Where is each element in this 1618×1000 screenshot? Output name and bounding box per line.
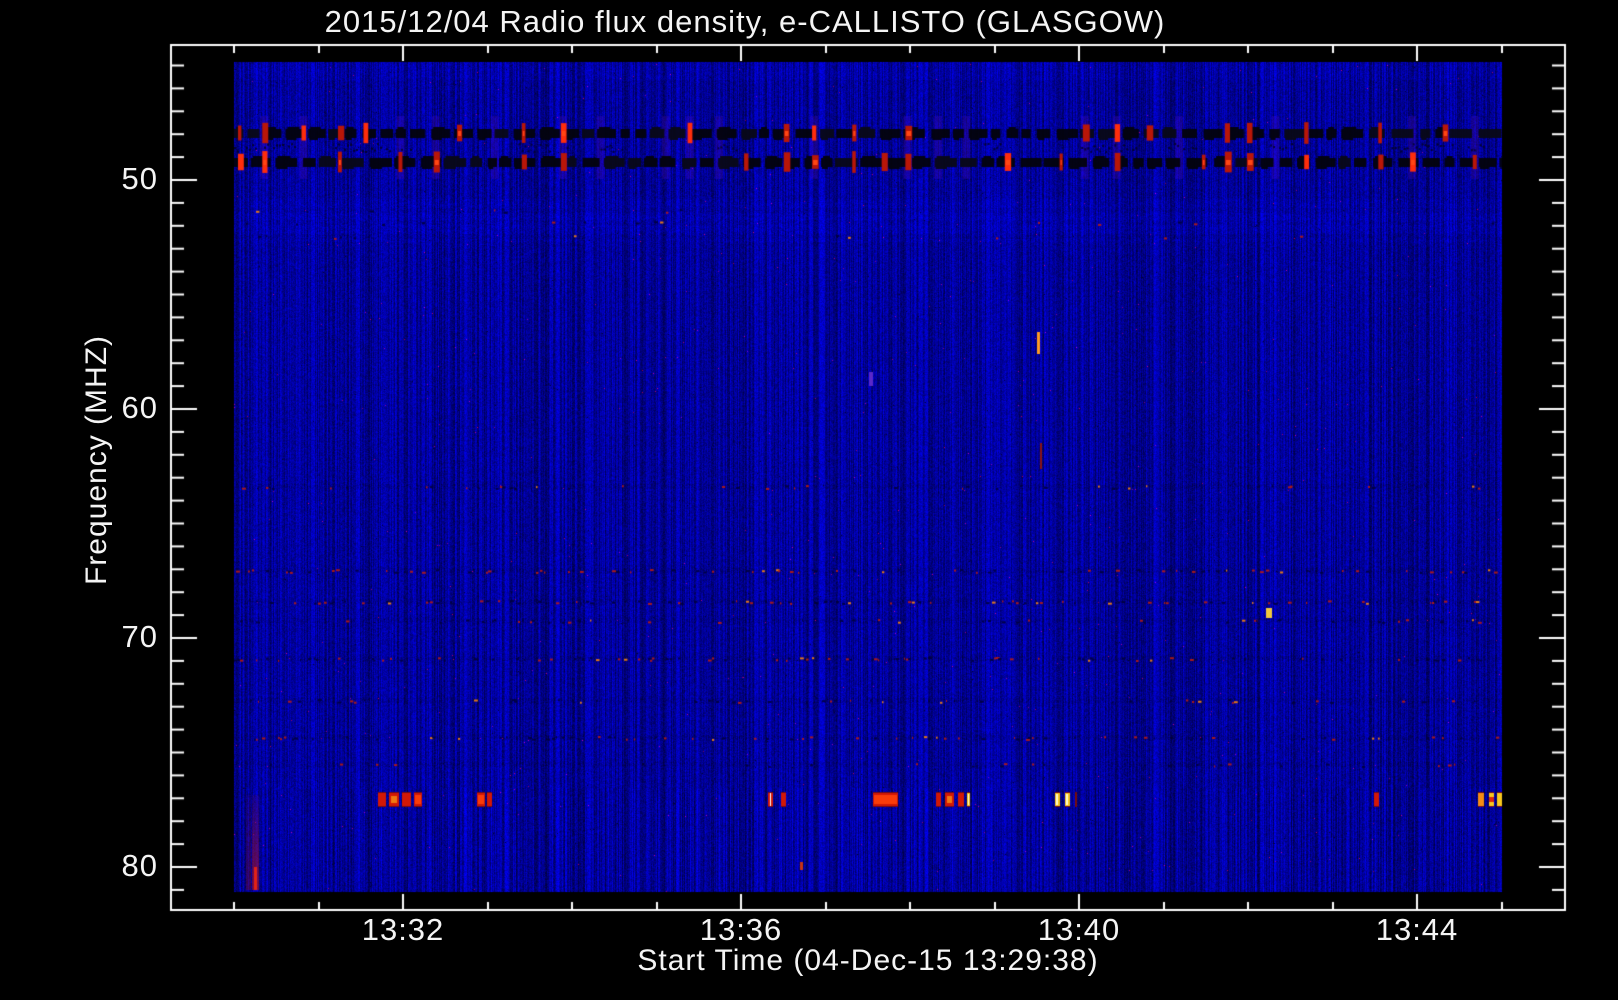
spectrogram-plot	[0, 0, 1618, 1000]
y-tick-label-80: 80	[121, 847, 158, 883]
y-axis-title: Frequency (MHZ)	[80, 334, 113, 586]
spectrogram-figure: 2015/12/04 Radio flux density, e-CALLIST…	[0, 0, 1618, 1000]
x-tick-label-1336: 13:36	[699, 912, 783, 947]
chart-title: 2015/12/04 Radio flux density, e-CALLIST…	[324, 4, 1166, 39]
x-tick-label-1332: 13:32	[361, 912, 445, 947]
y-tick-label-50: 50	[121, 160, 158, 196]
y-tick-label-70: 70	[121, 618, 158, 654]
x-tick-label-1344: 13:44	[1375, 912, 1459, 947]
x-tick-label-1340: 13:40	[1037, 912, 1121, 947]
x-axis-title: Start Time (04-Dec-15 13:29:38)	[637, 944, 1099, 977]
